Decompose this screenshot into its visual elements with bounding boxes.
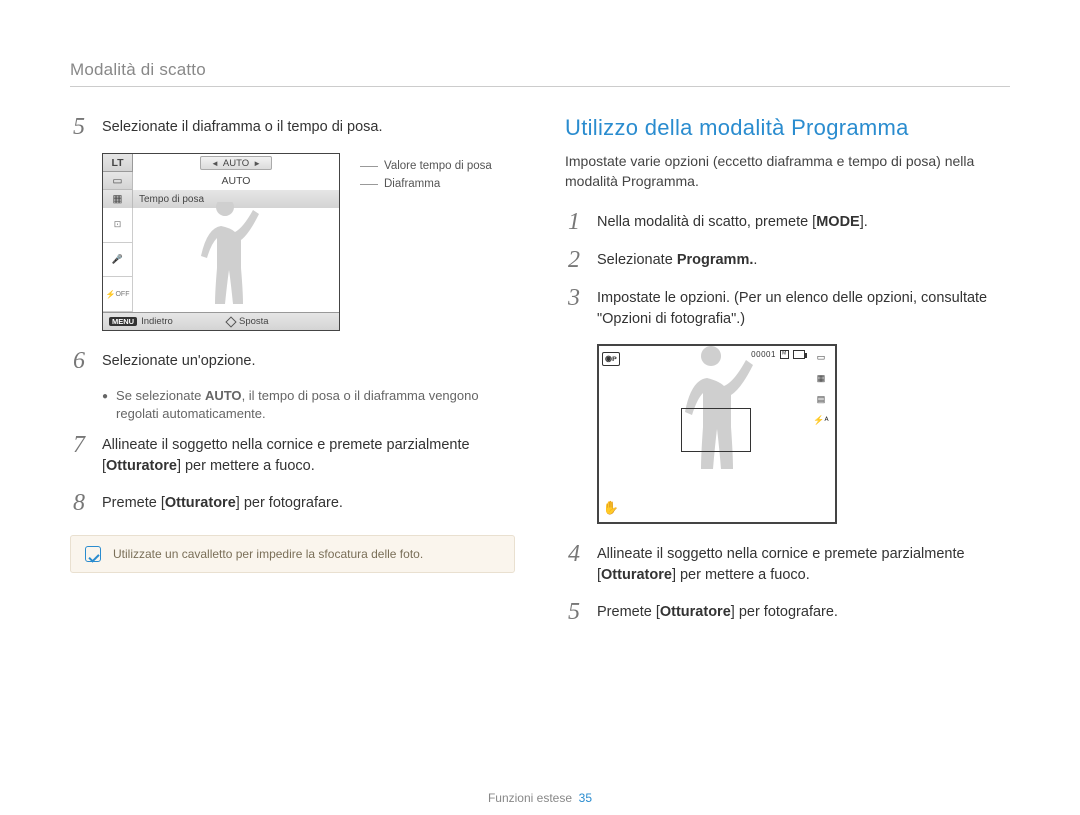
step-number: 5	[565, 600, 583, 624]
menu-tag-icon: MENU	[109, 317, 137, 326]
breadcrumb: Modalità di scatto	[70, 60, 1010, 80]
mode-indicator-icon: ▤	[817, 394, 826, 405]
step-2: 2 Selezionate Programm..	[565, 248, 1010, 272]
step-text: Premete [Otturatore] per fotografare.	[102, 491, 515, 514]
silhouette-preview	[133, 208, 339, 312]
dpad-icon	[225, 316, 236, 327]
step-8: 8 Premete [Otturatore] per fotografare.	[70, 491, 515, 515]
step-number: 2	[565, 248, 583, 272]
tip-note: Utilizzate un cavalletto per impedire la…	[70, 535, 515, 573]
callout-shutter-value: Valore tempo di posa	[384, 160, 492, 172]
step-number: 5	[70, 115, 88, 139]
focus-frame	[681, 408, 751, 452]
flash-off-icon: ⚡OFF	[103, 277, 132, 312]
two-column-layout: 5 Selezionate il diaframma o il tempo di…	[70, 115, 1010, 638]
chevron-right-icon: ►	[253, 159, 261, 168]
quality-indicator-icon: ▦	[817, 373, 826, 384]
step-6-sub: ● Se selezionate AUTO, il tempo di posa …	[102, 387, 515, 423]
lcd-mode-badge: LT	[103, 154, 133, 172]
page-number: 35	[579, 791, 592, 805]
step-number: 7	[70, 433, 88, 457]
step-text: Impostate le opzioni. (Per un elenco del…	[597, 286, 1010, 330]
lcd-back-label: Indietro	[141, 316, 173, 327]
section-lead: Impostate varie opzioni (eccetto diafram…	[565, 151, 1010, 192]
chevron-left-icon: ◄	[211, 159, 219, 168]
step-text: Allineate il soggetto nella cornice e pr…	[102, 433, 515, 477]
lcd-move: Sposta	[221, 313, 339, 330]
step-number: 1	[565, 210, 583, 234]
step-text: Premete [Otturatore] per fotografare.	[597, 600, 1010, 623]
step-text: Nella modalità di scatto, premete [MODE]…	[597, 210, 1010, 233]
mode-badge-icon: ◉ᴘ	[602, 352, 620, 366]
right-column: Utilizzo della modalità Programma Impost…	[565, 115, 1010, 638]
footer-section: Funzioni estese	[488, 791, 572, 805]
section-heading: Utilizzo della modalità Programma	[565, 115, 1010, 141]
step-1: 1 Nella modalità di scatto, premete [MOD…	[565, 210, 1010, 234]
sub-text: Se selezionate AUTO, il tempo di posa o …	[116, 387, 515, 423]
stabilizer-icon: ✋	[603, 500, 619, 516]
step-text: Selezionate un'opzione.	[102, 349, 515, 372]
note-text: Utilizzate un cavalletto per impedire la…	[113, 547, 423, 561]
camera-lcd-program: 00001 ᴹ ◉ᴘ ✋ ▭ ▦ ▤ ⚡ᴬ	[597, 344, 837, 524]
step-5r: 5 Premete [Otturatore] per fotografare.	[565, 600, 1010, 624]
page-footer: Funzioni estese 35	[0, 791, 1080, 805]
callout-aperture: Diaframma	[384, 178, 440, 190]
size-icon: ▭	[103, 172, 133, 190]
focus-icon: ⊡	[103, 208, 132, 243]
lcd-callouts: Valore tempo di posa Diaframma	[360, 157, 492, 193]
lcd-auto-label: AUTO	[223, 158, 249, 169]
step-3: 3 Impostate le opzioni. (Per un elenco d…	[565, 286, 1010, 330]
lcd-back: MENU Indietro	[103, 313, 221, 330]
step-text: Selezionate il diaframma o il tempo di p…	[102, 115, 515, 138]
step-text: Selezionate Programm..	[597, 248, 1010, 271]
divider	[70, 86, 1010, 87]
step-number: 3	[565, 286, 583, 310]
bullet-icon: ●	[102, 387, 108, 423]
left-column: 5 Selezionate il diaframma o il tempo di…	[70, 115, 515, 638]
grid-icon: ▦	[103, 190, 133, 208]
lcd-move-label: Sposta	[239, 316, 269, 327]
step-6: 6 Selezionate un'opzione.	[70, 349, 515, 373]
flash-auto-icon: ⚡ᴬ	[813, 415, 828, 426]
size-indicator-icon: ▭	[817, 352, 826, 363]
lcd-auto-label-2: AUTO	[133, 172, 339, 190]
step-number: 6	[70, 349, 88, 373]
step-4: 4 Allineate il soggetto nella cornice e …	[565, 542, 1010, 586]
step-number: 8	[70, 491, 88, 515]
step-7: 7 Allineate il soggetto nella cornice e …	[70, 433, 515, 477]
lcd-auto-pill-1: ◄ AUTO ►	[200, 156, 272, 170]
note-icon	[85, 546, 101, 562]
camera-lcd-mock: LT ◄ AUTO ► ▭ AUTO ▦ Tempo di posa	[102, 153, 340, 331]
step-5: 5 Selezionate il diaframma o il tempo di…	[70, 115, 515, 139]
step-text: Allineate il soggetto nella cornice e pr…	[597, 542, 1010, 586]
mic-icon: 🎤	[103, 243, 132, 278]
step-number: 4	[565, 542, 583, 566]
